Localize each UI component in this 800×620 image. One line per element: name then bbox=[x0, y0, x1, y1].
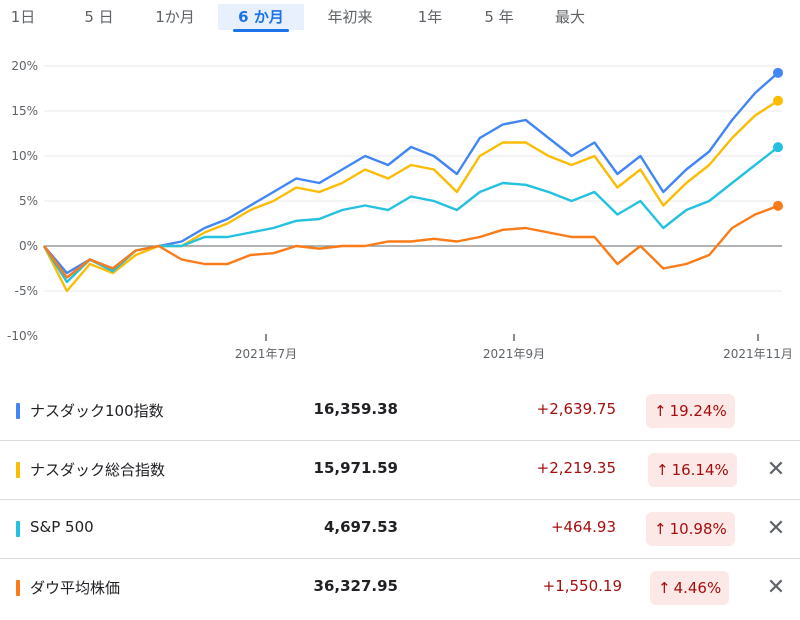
y-tick-label: 10% bbox=[11, 149, 38, 163]
y-tick-label: -5% bbox=[15, 284, 38, 298]
range-tabs: 1日 5 日 1か月 6 か月 年初来 1年 5 年 最大 bbox=[0, 0, 800, 34]
index-price: 15,971.59 bbox=[313, 459, 398, 477]
x-tick-label: 2021年7月 bbox=[235, 347, 297, 361]
index-price: 16,359.38 bbox=[313, 400, 398, 418]
series-color-swatch bbox=[16, 403, 20, 419]
series-color-swatch bbox=[16, 462, 20, 478]
tab-6-months[interactable]: 6 か月 bbox=[218, 4, 304, 32]
x-tick-label: 2021年11月 bbox=[723, 347, 793, 361]
tab-max[interactable]: 最大 bbox=[548, 4, 592, 30]
remove-icon[interactable]: ✕ bbox=[764, 514, 788, 544]
percent-value: 19.24% bbox=[669, 402, 727, 420]
arrow-up-icon: ↑ bbox=[658, 579, 671, 597]
series-color-swatch bbox=[16, 521, 20, 537]
percent-value: 16.14% bbox=[671, 461, 729, 479]
tab-1-day[interactable]: 1日 bbox=[6, 4, 40, 30]
series-end-point bbox=[773, 142, 783, 153]
y-tick-label: 15% bbox=[11, 104, 38, 118]
series-end-point bbox=[773, 200, 783, 211]
remove-icon[interactable]: ✕ bbox=[764, 573, 788, 603]
list-item[interactable]: ダウ平均株価 36,327.95 +1,550.19 ↑ 4.46% ✕ bbox=[0, 559, 800, 617]
tab-1-month[interactable]: 1か月 bbox=[146, 4, 204, 30]
series-line bbox=[43, 71, 779, 275]
index-name: ダウ平均株価 bbox=[30, 579, 121, 597]
list-item[interactable]: S&P 500 4,697.53 +464.93 ↑ 10.98% ✕ bbox=[0, 500, 800, 559]
index-price: 4,697.53 bbox=[323, 518, 398, 536]
percent-change-badge: ↑ 19.24% bbox=[646, 394, 735, 428]
percent-value: 4.46% bbox=[673, 579, 722, 597]
index-name: S&P 500 bbox=[30, 518, 94, 536]
arrow-up-icon: ↑ bbox=[654, 520, 667, 538]
comparison-chart: 20% 15% 10% 5% 0% -5% -10% 2021年7月 2021年9月 2021年… bbox=[7, 59, 793, 361]
series-color-swatch bbox=[16, 580, 20, 596]
y-tick-label: 20% bbox=[11, 59, 38, 73]
index-change: +1,550.19 bbox=[542, 577, 622, 595]
list-item[interactable]: ナスダック総合指数 15,971.59 +2,219.35 ↑ 16.14% ✕ bbox=[0, 441, 800, 500]
tab-5-days[interactable]: 5 日 bbox=[76, 4, 122, 30]
tab-year-to-date[interactable]: 年初来 bbox=[320, 4, 380, 30]
index-change: +464.93 bbox=[550, 518, 616, 536]
percent-value: 10.98% bbox=[669, 520, 727, 538]
tab-5-years[interactable]: 5 年 bbox=[474, 4, 524, 30]
list-item[interactable]: ナスダック100指数 16,359.38 +2,639.75 ↑ 19.24% bbox=[0, 382, 800, 441]
index-price: 36,327.95 bbox=[313, 577, 398, 595]
series-end-point bbox=[773, 95, 783, 106]
index-name: ナスダック総合指数 bbox=[30, 461, 166, 479]
index-name: ナスダック100指数 bbox=[30, 402, 164, 420]
arrow-up-icon: ↑ bbox=[656, 461, 669, 479]
percent-change-badge: ↑ 4.46% bbox=[650, 571, 730, 605]
series-line bbox=[43, 204, 779, 279]
remove-icon[interactable]: ✕ bbox=[764, 455, 788, 485]
percent-change-badge: ↑ 16.14% bbox=[648, 453, 737, 487]
percent-change-badge: ↑ 10.98% bbox=[646, 512, 735, 546]
x-tick-label: 2021年9月 bbox=[483, 347, 545, 361]
tab-1-year[interactable]: 1年 bbox=[408, 4, 452, 30]
index-change: +2,639.75 bbox=[536, 400, 616, 418]
index-change: +2,219.35 bbox=[536, 459, 616, 477]
arrow-up-icon: ↑ bbox=[654, 402, 667, 420]
y-tick-label: 5% bbox=[19, 194, 38, 208]
y-tick-label: -10% bbox=[7, 329, 38, 343]
series-end-point bbox=[773, 67, 783, 78]
series-line bbox=[42, 146, 779, 284]
y-tick-label: 0% bbox=[19, 239, 38, 253]
